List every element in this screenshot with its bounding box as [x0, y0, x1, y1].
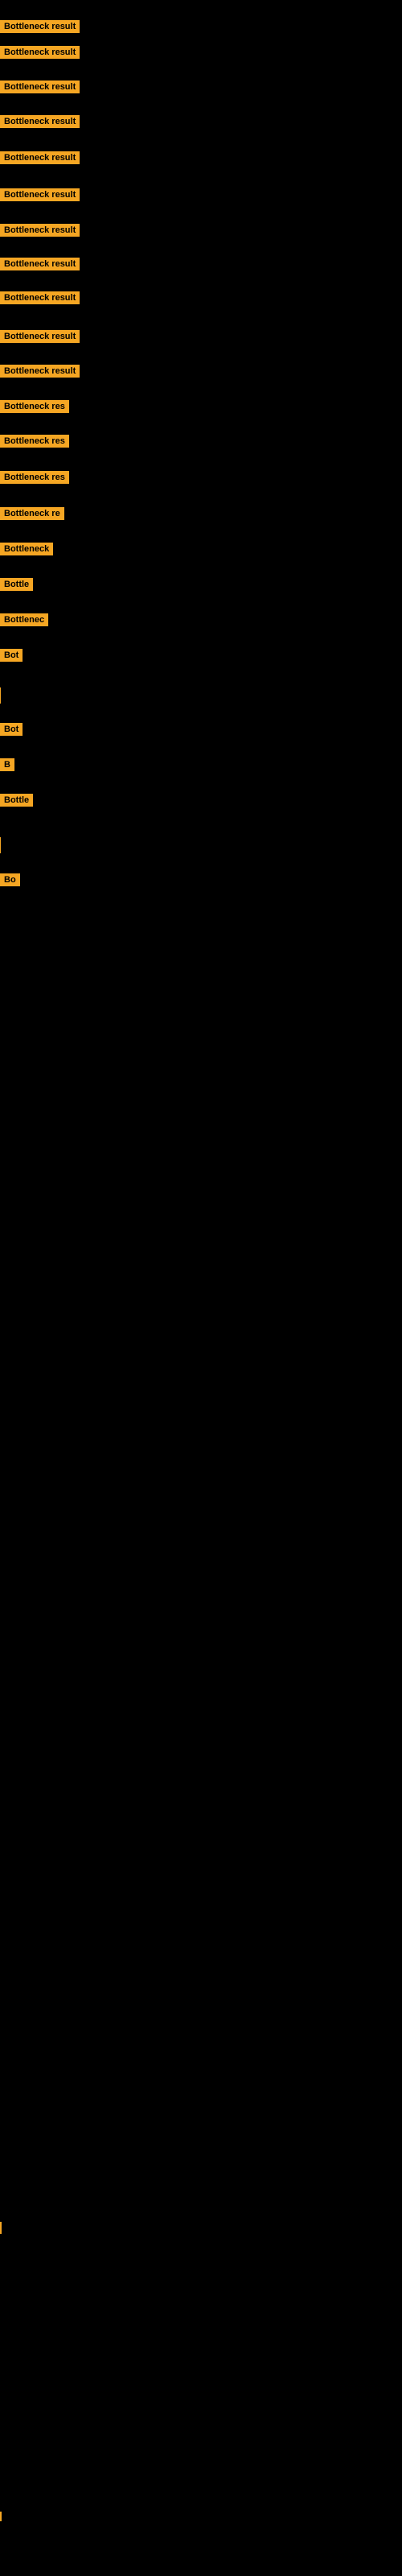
- bottleneck-label-20: Bot: [0, 723, 23, 736]
- bottleneck-label-14: Bottleneck re: [0, 507, 64, 520]
- bottleneck-line-19: [0, 687, 1, 704]
- bottleneck-label-10: Bottleneck result: [0, 365, 80, 378]
- bottleneck-label-22: Bottle: [0, 794, 33, 807]
- bottleneck-label-13: Bottleneck res: [0, 471, 69, 484]
- bottleneck-label-9: Bottleneck result: [0, 330, 80, 343]
- bottleneck-label-11: Bottleneck res: [0, 400, 69, 413]
- bottleneck-label-21: B: [0, 758, 14, 771]
- bottleneck-label-2: Bottleneck result: [0, 80, 80, 93]
- bottleneck-label-18: Bot: [0, 649, 23, 662]
- bottleneck-label-3: Bottleneck result: [0, 115, 80, 128]
- tick-mark-1: [0, 2512, 2, 2521]
- bottleneck-label-8: Bottleneck result: [0, 291, 80, 304]
- bottleneck-label-16: Bottle: [0, 578, 33, 591]
- bottleneck-label-5: Bottleneck result: [0, 188, 80, 201]
- bottleneck-label-15: Bottleneck: [0, 543, 53, 555]
- bottleneck-label-4: Bottleneck result: [0, 151, 80, 164]
- tick-mark-0: [0, 2222, 2, 2234]
- bottleneck-label-7: Bottleneck result: [0, 258, 80, 270]
- bottleneck-label-1: Bottleneck result: [0, 46, 80, 59]
- site-title: [0, 3, 402, 10]
- bottleneck-label-6: Bottleneck result: [0, 224, 80, 237]
- bottleneck-label-12: Bottleneck res: [0, 435, 69, 448]
- bottleneck-line-23: [0, 837, 1, 853]
- bottleneck-label-17: Bottlenec: [0, 613, 48, 626]
- bottleneck-label-0: Bottleneck result: [0, 20, 80, 33]
- bottleneck-label-24: Bo: [0, 873, 20, 886]
